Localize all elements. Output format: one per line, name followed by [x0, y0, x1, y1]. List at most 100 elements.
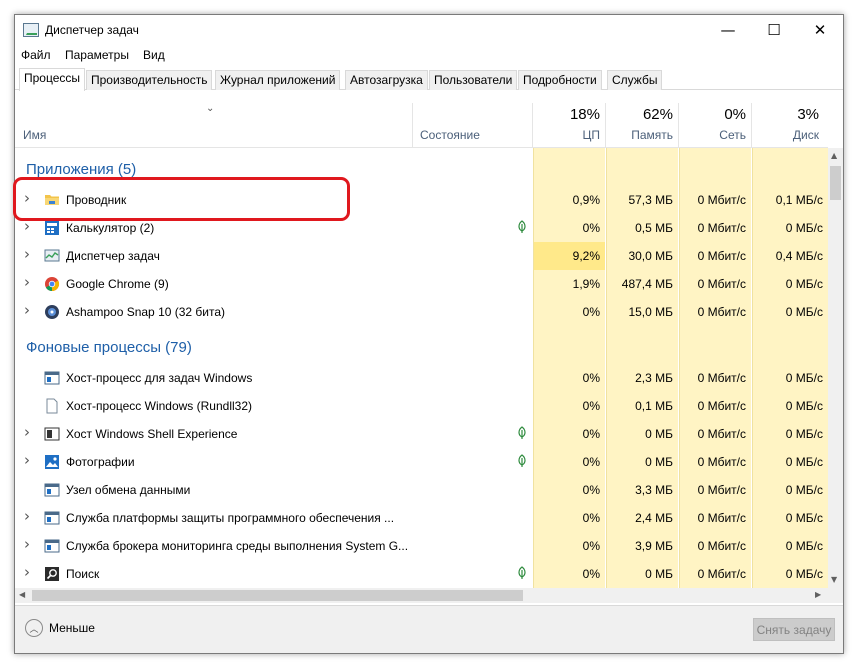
disk-cell: 0,4 МБ/с: [752, 242, 828, 270]
process-row[interactable]: › Поиск 0% 0 МБ 0 Мбит/с 0 МБ/с: [15, 560, 828, 588]
network-cell: 0 Мбит/с: [679, 270, 751, 298]
network-cell: 0 Мбит/с: [679, 392, 751, 420]
disk-cell: 0 МБ/с: [752, 270, 828, 298]
process-name: Google Chrome (9): [66, 277, 169, 291]
cpu-cell: 0%: [533, 420, 605, 448]
process-row[interactable]: › Google Chrome (9) 1,9% 487,4 МБ 0 Мбит/с 0 …: [15, 270, 828, 298]
cpu-total: 18%: [569, 106, 600, 123]
window-app-icon: [44, 370, 60, 386]
cpu-cell: 0,9%: [533, 186, 605, 214]
footer-bar: ︿ Меньше Снять задачу: [15, 605, 843, 653]
process-name: Хост Windows Shell Experience: [66, 427, 238, 441]
scroll-corner: [828, 588, 843, 603]
process-row[interactable]: › Диспетчер задач 9,2% 30,0 МБ 0 Мбит/с 0,4 М…: [15, 242, 828, 270]
process-row[interactable]: › Служба брокера мониторинга среды выполн…: [15, 532, 828, 560]
vertical-scroll-thumb[interactable]: [830, 166, 841, 200]
column-cpu[interactable]: 18% ЦП: [533, 103, 605, 148]
disk-label: Диск: [792, 128, 819, 142]
process-row[interactable]: › Служба платформы защиты программного об…: [15, 504, 828, 532]
chevron-right-icon[interactable]: ›: [24, 451, 30, 469]
cpu-cell: 0%: [533, 298, 605, 326]
disk-cell: 0 МБ/с: [752, 364, 828, 392]
process-name: Узел обмена данными: [66, 483, 191, 497]
tab-users[interactable]: Пользователи: [429, 70, 518, 90]
network-cell: 0 Мбит/с: [679, 532, 751, 560]
photos-icon: [44, 454, 60, 470]
memory-cell: 487,4 МБ: [606, 270, 678, 298]
column-memory[interactable]: 62% Память: [606, 103, 678, 148]
memory-cell: 3,9 МБ: [606, 532, 678, 560]
memory-label: Память: [631, 128, 673, 142]
process-row[interactable]: Хост-процесс Windows (Rundll32) 0% 0,1 МБ 0…: [15, 392, 828, 420]
close-button[interactable]: ✕: [797, 15, 843, 45]
tab-details[interactable]: Подробности: [518, 70, 602, 90]
tab-app-history[interactable]: Журнал приложений: [215, 70, 341, 90]
chevron-right-icon[interactable]: ›: [24, 423, 30, 441]
chevron-right-icon[interactable]: ›: [24, 273, 30, 291]
network-cell: 0 Мбит/с: [679, 214, 751, 242]
maximize-button[interactable]: ☐: [751, 15, 797, 45]
disk-cell: 0 МБ/с: [752, 214, 828, 242]
column-name-label: Имя: [23, 128, 47, 142]
disk-cell: 0 МБ/с: [752, 420, 828, 448]
disk-cell: 0 МБ/с: [752, 476, 828, 504]
cpu-cell: 9,2%: [533, 242, 605, 270]
process-name: Фотографии: [66, 455, 135, 469]
chevron-right-icon[interactable]: ›: [24, 301, 30, 319]
tab-performance[interactable]: Производительность: [86, 70, 213, 90]
process-name: Хост-процесс для задач Windows: [66, 371, 253, 385]
highlight-annotation: [13, 177, 350, 221]
vertical-scrollbar[interactable]: ▲ ▼: [828, 148, 843, 588]
chevron-right-icon[interactable]: ›: [24, 563, 30, 581]
process-name: Калькулятор (2): [66, 221, 155, 235]
process-row[interactable]: Узел обмена данными 0% 3,3 МБ 0 Мбит/с 0 МБ/…: [15, 476, 828, 504]
tab-strip: Процессы Производительность Журнал прило…: [15, 68, 843, 91]
fewer-details-button[interactable]: ︿ Меньше: [25, 619, 95, 637]
title-bar[interactable]: Диспетчер задач — ☐ ✕: [15, 15, 843, 46]
scroll-down-icon[interactable]: ▼: [831, 575, 837, 584]
disk-total: 3%: [797, 106, 819, 123]
network-label: Сеть: [719, 128, 746, 142]
memory-cell: 0 МБ: [606, 560, 678, 588]
disk-cell: 0 МБ/с: [752, 392, 828, 420]
chevron-up-icon: ︿: [25, 619, 43, 637]
task-manager-icon: [44, 248, 60, 264]
scroll-up-icon[interactable]: ▲: [831, 151, 837, 160]
chevron-right-icon[interactable]: ›: [24, 507, 30, 525]
chevron-right-icon[interactable]: ›: [24, 535, 30, 553]
process-row[interactable]: › Ashampoo Snap 10 (32 бита) 0% 15,0 МБ 0 Мб…: [15, 298, 828, 326]
cpu-cell: 0%: [533, 476, 605, 504]
end-task-button[interactable]: Снять задачу: [753, 618, 835, 641]
process-row[interactable]: Хост-процесс для задач Windows 0% 2,3 МБ 0 …: [15, 364, 828, 392]
column-disk[interactable]: 3% Диск: [752, 103, 824, 148]
disk-cell: 0 МБ/с: [752, 504, 828, 532]
process-name: Служба платформы защиты программного обе…: [66, 511, 395, 525]
tab-services[interactable]: Службы: [607, 70, 663, 90]
column-network[interactable]: 0% Сеть: [679, 103, 751, 148]
network-cell: 0 Мбит/с: [679, 560, 751, 588]
horizontal-scrollbar[interactable]: ◀ ▶: [15, 588, 828, 603]
memory-cell: 0,1 МБ: [606, 392, 678, 420]
column-name[interactable]: Имя: [15, 103, 412, 148]
process-row[interactable]: › Хост Windows Shell Experience 0% 0 МБ 0 Мб…: [15, 420, 828, 448]
chevron-right-icon[interactable]: ›: [24, 245, 30, 263]
network-total: 0%: [724, 106, 746, 123]
tab-processes[interactable]: Процессы: [19, 68, 86, 91]
scroll-right-icon[interactable]: ▶: [815, 590, 821, 599]
process-name: Поиск: [66, 567, 100, 581]
group-background-title: Фоновые процессы (79): [26, 339, 192, 356]
menu-file[interactable]: Файл: [21, 48, 51, 62]
horizontal-scroll-thumb[interactable]: [32, 590, 523, 601]
column-status-label: Состояние: [420, 128, 480, 142]
process-row[interactable]: › Фотографии 0% 0 МБ 0 Мбит/с 0 МБ/с: [15, 448, 828, 476]
tab-startup[interactable]: Автозагрузка: [345, 70, 428, 90]
cpu-cell: 0%: [533, 214, 605, 242]
column-header: ⌄ Имя Состояние 18% ЦП 62% Память 0% Сет…: [15, 103, 828, 148]
menu-options[interactable]: Параметры: [65, 48, 129, 62]
minimize-button[interactable]: —: [705, 15, 751, 45]
column-status[interactable]: Состояние: [413, 103, 532, 148]
suspended-leaf-icon: [517, 566, 527, 580]
scroll-left-icon[interactable]: ◀: [19, 590, 25, 599]
cpu-cell: 0%: [533, 560, 605, 588]
menu-view[interactable]: Вид: [143, 48, 165, 62]
